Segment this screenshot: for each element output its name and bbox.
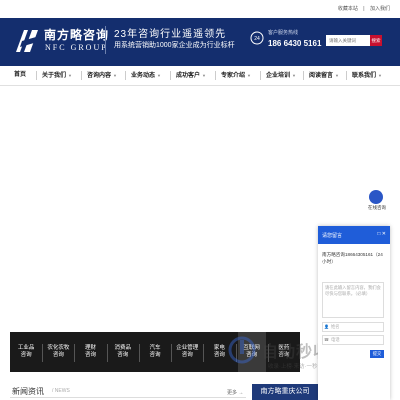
join-link[interactable]: 加入我们 — [370, 6, 390, 12]
nav-item-label: 首页 — [14, 72, 27, 78]
chevron-down-icon: ▼ — [157, 73, 161, 78]
category-item[interactable]: 企业管理 咨询 — [173, 345, 201, 359]
category-separator — [203, 344, 205, 362]
category-item[interactable]: 理财 咨询 — [77, 345, 105, 359]
category-name: 工业品 — [17, 345, 35, 351]
name-field[interactable]: 姓名 — [322, 322, 384, 332]
consult-label: 在线咨询 — [368, 205, 386, 210]
category-suffix: 咨询 — [181, 352, 193, 358]
message-widget: 请您留言 □ ✕ 南方略咨询18664305161（24小时） 请在此输入留言内… — [318, 226, 390, 400]
widget-message: 南方略咨询18664305161（24小时） — [322, 252, 383, 264]
category-separator — [42, 344, 44, 362]
header-divider — [105, 26, 106, 54]
nav-separator — [36, 71, 37, 80]
chevron-down-icon: ▼ — [292, 73, 296, 78]
category-item[interactable]: 汽车 咨询 — [141, 345, 169, 359]
nav-item-label: 企业培训 — [266, 73, 291, 79]
category-suffix: 咨询 — [149, 352, 161, 358]
nav-item-label: 阅读留言 — [309, 73, 334, 79]
phone-field[interactable]: 电话 — [322, 335, 384, 345]
search-button[interactable]: 搜索 — [370, 35, 382, 46]
site-header: 南方略咨询 NFC GROUP 23年咨询行业遥遥领先 用系统营销助1000家企… — [0, 18, 400, 66]
nav-item[interactable]: 企业培训 ▼ — [266, 66, 296, 85]
category-suffix: 咨询 — [52, 352, 64, 358]
nav-separator — [346, 71, 347, 80]
branch-link[interactable]: 南方略重庆公司 — [252, 384, 318, 400]
category-name: 消费品 — [114, 345, 132, 351]
header-slogan: 23年咨询行业遥遥领先 — [114, 29, 227, 40]
chevron-down-icon: ▼ — [335, 73, 339, 78]
nav-item-label: 关于我们 — [42, 73, 67, 79]
news-more-link[interactable]: 更多 → — [227, 389, 243, 396]
nav-item[interactable]: 阅读留言 ▼ — [309, 66, 339, 85]
nav-item-label: 联系我们 — [352, 73, 377, 79]
top-links: 收藏本站 | 加入我们 — [334, 5, 390, 12]
widget-title: 请您留言 — [322, 233, 343, 239]
nav-separator — [260, 71, 261, 80]
category-separator — [106, 344, 108, 362]
nav-item-label: 业务动态 — [131, 73, 156, 79]
nav-item-label: 咨询内容 — [87, 73, 112, 79]
widget-window-controls[interactable]: □ ✕ — [377, 231, 386, 237]
user-icon: 👤 — [324, 324, 329, 329]
category-name: 理财 — [85, 345, 97, 351]
chevron-down-icon: ▼ — [247, 73, 251, 78]
category-item[interactable]: 农化农牧 咨询 — [44, 345, 72, 359]
nav-item[interactable]: 关于我们 ▼ — [42, 66, 72, 85]
hotline-number: 186 6430 5161 — [268, 39, 322, 48]
news-divider — [10, 397, 246, 398]
phone-24h-icon: 24 — [250, 31, 264, 45]
nav-item[interactable]: 业务动态 ▼ — [131, 66, 161, 85]
category-name: 汽车 — [149, 345, 161, 351]
nav-item[interactable]: 成功客户 ▼ — [176, 66, 206, 85]
category-separator — [171, 344, 173, 362]
category-item[interactable]: 消费品 咨询 — [109, 345, 137, 359]
nav-item[interactable]: 咨询内容 ▼ — [87, 66, 117, 85]
widget-header: 请您留言 □ ✕ — [318, 226, 390, 244]
header-subslogan: 用系统营销助1000家企业成为行业标杆 — [114, 42, 235, 49]
online-consult-button[interactable]: 在线咨询 — [363, 190, 391, 218]
brand-english: NFC GROUP — [45, 43, 108, 52]
chevron-down-icon: ▼ — [202, 73, 206, 78]
news-section-subtitle: / NEWS — [52, 388, 70, 394]
hotline-label: 客户服务热线 — [268, 30, 299, 36]
search-input[interactable] — [326, 35, 370, 46]
nav-separator — [170, 71, 171, 80]
brand-name: 南方略咨询 — [44, 28, 110, 42]
nav-item[interactable]: 专家介绍 ▼ — [221, 66, 251, 85]
category-suffix: 咨询 — [85, 352, 97, 358]
chevron-down-icon: ▼ — [378, 73, 382, 78]
nav-item[interactable]: 首页 — [14, 66, 26, 85]
phone-icon: ☎ — [324, 337, 329, 342]
category-item[interactable]: 工业品 咨询 — [12, 345, 40, 359]
nav-item[interactable]: 联系我们 ▼ — [352, 66, 382, 85]
news-section-title: 新闻资讯 — [12, 387, 44, 396]
category-separator — [74, 344, 76, 362]
nav-item-label: 成功客户 — [176, 73, 201, 79]
nav-separator — [81, 71, 82, 80]
nav-item-label: 专家介绍 — [221, 73, 246, 79]
chevron-down-icon: ▼ — [113, 73, 117, 78]
link-separator: | — [363, 6, 365, 12]
watermark-logo-icon — [228, 336, 256, 364]
category-suffix: 咨询 — [20, 352, 32, 358]
top-utility-bar: 收藏本站 | 加入我们 — [0, 0, 400, 18]
category-name: 企业管理 — [176, 345, 199, 351]
favorite-link[interactable]: 收藏本站 — [338, 6, 358, 12]
logo-icon[interactable] — [14, 28, 40, 54]
main-nav: 首页 关于我们 ▼ 咨询内容 ▼ 业务动态 ▼ 成功客户 ▼ 专家介绍 ▼ 企业培训 ▼ 阅读留言 ▼ 联系我… — [0, 66, 400, 86]
chevron-down-icon: ▼ — [68, 73, 72, 78]
nav-separator — [303, 71, 304, 80]
category-suffix: 咨询 — [117, 352, 129, 358]
submit-button[interactable]: 提交 — [370, 350, 384, 358]
nav-separator — [125, 71, 126, 80]
consult-avatar-icon — [369, 190, 383, 204]
category-separator — [138, 344, 140, 362]
svg-text:24: 24 — [254, 36, 260, 42]
message-textarea[interactable]: 请在此输入留言内容，我们会尽快与您联系。（必填） — [322, 282, 384, 318]
category-name: 农化农牧 — [47, 345, 70, 351]
nav-separator — [215, 71, 216, 80]
category-bar: 工业品 咨询 农化农牧 咨询 理财 咨询 消费品 咨询 汽车 咨询 企业管理 咨询 家电 咨询 互联网 咨询医… — [10, 332, 300, 372]
